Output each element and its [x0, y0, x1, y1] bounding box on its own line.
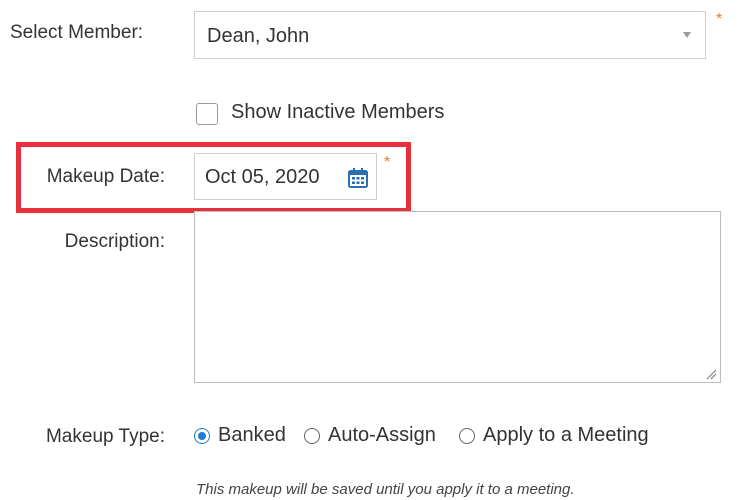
resize-handle-icon[interactable]	[705, 367, 717, 380]
makeup-type-hint: This makeup will be saved until you appl…	[196, 481, 575, 498]
select-member-value: Dean, John	[207, 25, 310, 47]
description-textarea[interactable]	[194, 211, 721, 383]
radio-apply-to-meeting-label[interactable]: Apply to a Meeting	[483, 424, 649, 447]
radio-auto-assign[interactable]	[304, 428, 320, 444]
makeup-date-value: Oct 05, 2020	[205, 166, 320, 188]
radio-banked[interactable]	[194, 428, 210, 444]
chevron-down-icon	[683, 32, 691, 38]
calendar-icon[interactable]	[347, 167, 369, 189]
radio-banked-label[interactable]: Banked	[218, 424, 286, 447]
makeup-type-label: Makeup Type:	[45, 426, 165, 447]
required-marker: *	[716, 11, 723, 28]
makeup-date-label: Makeup Date:	[46, 166, 165, 187]
select-member-label: Select Member:	[10, 22, 144, 43]
description-label: Description:	[64, 231, 165, 252]
radio-auto-assign-label[interactable]: Auto-Assign	[328, 424, 436, 447]
makeup-date-input[interactable]: Oct 05, 2020	[194, 153, 377, 200]
show-inactive-checkbox[interactable]	[196, 103, 218, 125]
show-inactive-label[interactable]: Show Inactive Members	[231, 101, 444, 124]
radio-apply-to-meeting[interactable]	[459, 428, 475, 444]
select-member-dropdown[interactable]: Dean, John	[194, 11, 706, 59]
required-marker: *	[384, 154, 391, 171]
